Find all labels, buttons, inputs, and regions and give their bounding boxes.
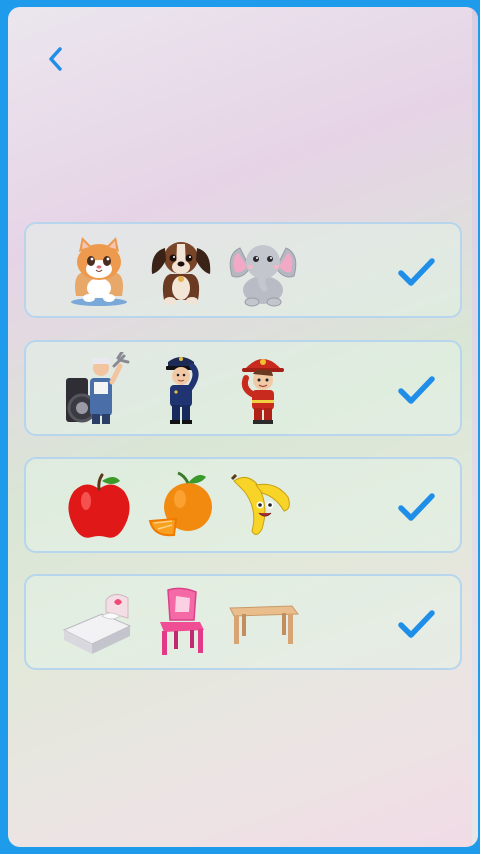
row-fruits — [24, 457, 462, 553]
dog-icon[interactable] — [144, 234, 218, 308]
scroll-edge — [472, 7, 478, 847]
chair-icon[interactable] — [144, 586, 218, 660]
orange-icon[interactable] — [144, 469, 218, 543]
checkmark-icon — [398, 610, 435, 638]
checkmark-icon — [398, 376, 435, 404]
back-button[interactable] — [42, 39, 70, 79]
checkmark-icon — [398, 493, 435, 521]
apple-icon[interactable] — [62, 469, 136, 543]
row-jobs — [24, 340, 462, 436]
row-jobs-check-button[interactable] — [396, 370, 436, 410]
game-screen — [8, 7, 478, 847]
chevron-left-icon — [49, 47, 62, 71]
row-furniture-check-button[interactable] — [396, 604, 436, 644]
checkmark-icon — [398, 258, 435, 286]
cat-icon[interactable] — [62, 234, 136, 308]
mechanic-icon[interactable] — [62, 352, 136, 426]
row-animals-check-button[interactable] — [396, 252, 436, 292]
row-fruits-check-button[interactable] — [396, 487, 436, 527]
elephant-icon[interactable] — [226, 234, 300, 308]
row-furniture — [24, 574, 462, 670]
bed-icon[interactable] — [62, 586, 136, 660]
row-animals — [24, 222, 462, 318]
table-icon[interactable] — [226, 586, 300, 660]
police-officer-icon[interactable] — [144, 352, 218, 426]
banana-icon[interactable] — [226, 469, 300, 543]
firefighter-icon[interactable] — [226, 352, 300, 426]
